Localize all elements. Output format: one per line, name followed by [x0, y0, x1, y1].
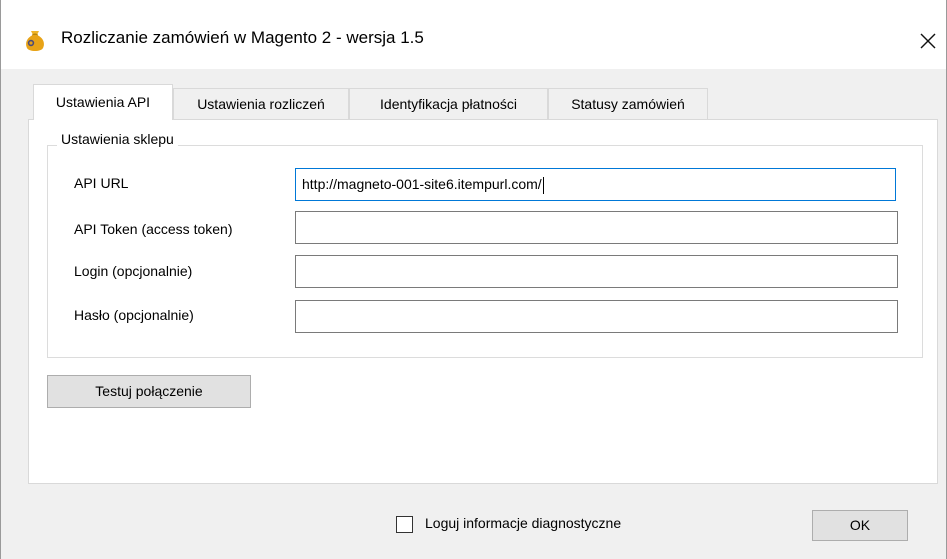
- window-title: Rozliczanie zamówień w Magento 2 - wersj…: [61, 28, 424, 47]
- login-label: Login (opcjonalnie): [74, 263, 193, 279]
- window-border-left: [0, 0, 1, 559]
- shop-settings-group-title: Ustawienia sklepu: [57, 131, 178, 147]
- close-icon[interactable]: [916, 29, 940, 53]
- api-token-label: API Token (access token): [74, 221, 233, 237]
- test-connection-button[interactable]: Testuj połączenie: [47, 375, 251, 408]
- tab-statusy-zamowien[interactable]: Statusy zamówień: [548, 88, 708, 119]
- tab-identyfikacja-platnosci[interactable]: Identyfikacja płatności: [349, 88, 548, 119]
- tab-ustawienia-api[interactable]: Ustawienia API: [33, 84, 173, 120]
- api-url-input[interactable]: http://magneto-001-site6.itempurl.com/: [295, 168, 896, 201]
- password-input[interactable]: [295, 300, 898, 333]
- money-bag-icon: [22, 27, 48, 53]
- api-url-label: API URL: [74, 175, 129, 191]
- text-caret: [542, 176, 544, 194]
- ok-button[interactable]: OK: [812, 510, 908, 541]
- diagnostic-log-checkbox[interactable]: [396, 516, 413, 533]
- api-token-input[interactable]: [295, 211, 898, 244]
- login-input[interactable]: [295, 255, 898, 288]
- diagnostic-log-label[interactable]: Loguj informacje diagnostyczne: [425, 515, 621, 531]
- password-label: Hasło (opcjonalnie): [74, 307, 194, 323]
- tab-ustawienia-rozliczen[interactable]: Ustawienia rozliczeń: [173, 88, 349, 119]
- api-url-value: http://magneto-001-site6.itempurl.com/: [302, 176, 542, 192]
